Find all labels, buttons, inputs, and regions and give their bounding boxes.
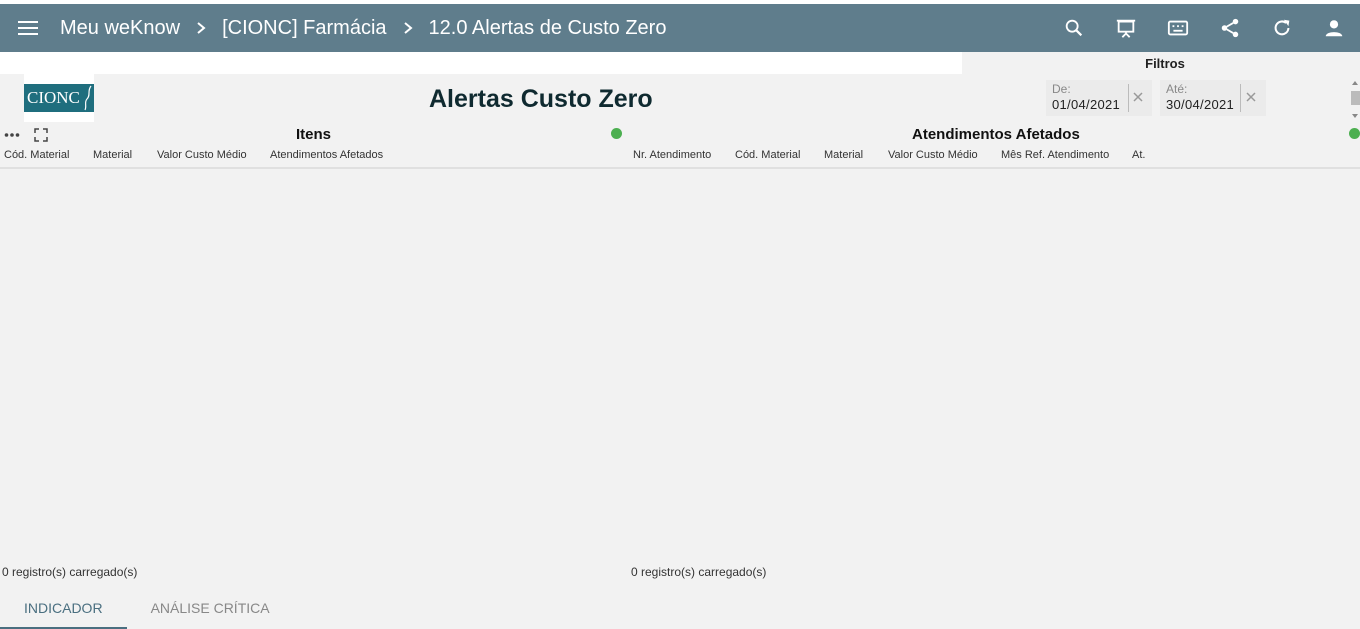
atendimentos-status-indicator [1349, 128, 1360, 139]
column-header[interactable]: Valor Custo Médio [157, 149, 247, 161]
user-button[interactable] [1308, 4, 1360, 52]
search-icon [1065, 19, 1083, 37]
itens-records-count: 0 registro(s) carregado(s) [2, 565, 138, 579]
column-header[interactable]: Material [824, 149, 863, 161]
panel-toolbar [4, 128, 48, 142]
scroll-up-icon[interactable] [1352, 81, 1358, 85]
bottom-tabs: INDICADOR ANÁLISE CRÍTICA [0, 586, 294, 629]
clear-date-from-button[interactable] [1131, 90, 1145, 104]
logo-mark-icon [84, 85, 92, 111]
tab-analise-critica[interactable]: ANÁLISE CRÍTICA [127, 586, 294, 629]
tab-indicador[interactable]: INDICADOR [0, 586, 127, 629]
refresh-icon [1274, 19, 1290, 36]
close-icon [1133, 92, 1143, 102]
atendimentos-records-count: 0 registro(s) carregado(s) [631, 565, 767, 579]
search-button[interactable] [1048, 4, 1100, 52]
breadcrumb-item-home[interactable]: Meu weKnow [60, 17, 180, 40]
date-to-label: Até: [1166, 82, 1188, 96]
column-header[interactable]: Material [93, 149, 132, 161]
column-header[interactable]: Valor Custo Médio [888, 149, 978, 161]
date-to-value[interactable]: 30/04/2021 [1166, 97, 1234, 112]
column-header[interactable]: Nr. Atendimento [633, 149, 711, 161]
date-from-label: De: [1052, 82, 1071, 96]
chevron-right-icon [401, 21, 415, 35]
logo-text: CIONC [27, 88, 80, 107]
presentation-icon [1116, 19, 1136, 38]
scroll-thumb[interactable] [1351, 91, 1360, 105]
page-title: Alertas Custo Zero [429, 85, 653, 113]
column-header[interactable]: Atendimentos Afetados [270, 149, 383, 161]
column-header[interactable]: Mês Ref. Atendimento [1001, 149, 1109, 161]
date-to-filter[interactable]: Até: 30/04/2021 [1160, 80, 1266, 116]
filters-scrollbar[interactable] [1350, 80, 1360, 120]
refresh-button[interactable] [1256, 4, 1308, 52]
atendimentos-panel-title: Atendimentos Afetados [912, 126, 1080, 143]
column-header[interactable]: Cód. Material [735, 149, 800, 161]
hamburger-icon [18, 21, 38, 35]
divider [1240, 84, 1241, 112]
column-header[interactable]: At. [1132, 149, 1145, 161]
date-from-filter[interactable]: De: 01/04/2021 [1046, 80, 1152, 116]
keyboard-button[interactable] [1152, 4, 1204, 52]
top-strip [0, 52, 962, 74]
share-button[interactable] [1204, 4, 1256, 52]
divider [1128, 84, 1129, 112]
breadcrumb-item-current[interactable]: 12.0 Alertas de Custo Zero [429, 17, 667, 40]
dashboard-content: Filtros CIONC Alertas Custo Zero De: 01/… [0, 52, 1360, 629]
scroll-down-icon[interactable] [1352, 114, 1358, 118]
app-header: Meu weKnow [CIONC] Farmácia 12.0 Alertas… [0, 4, 1360, 52]
keyboard-icon [1167, 20, 1189, 36]
table-header-divider [0, 167, 1360, 169]
hamburger-menu-button[interactable] [0, 4, 56, 52]
presentation-button[interactable] [1100, 4, 1152, 52]
date-from-value[interactable]: 01/04/2021 [1052, 97, 1120, 112]
user-icon [1325, 20, 1343, 37]
chevron-right-icon [194, 21, 208, 35]
clear-date-to-button[interactable] [1244, 90, 1258, 104]
breadcrumb-item-folder[interactable]: [CIONC] Farmácia [222, 17, 386, 40]
fullscreen-icon[interactable] [34, 128, 48, 142]
share-icon [1221, 18, 1239, 38]
itens-panel-title: Itens [296, 126, 332, 143]
itens-status-indicator [611, 128, 622, 139]
header-actions [1048, 4, 1360, 52]
filters-title: Filtros [1145, 56, 1185, 71]
column-header[interactable]: Cód. Material [4, 149, 69, 161]
logo: CIONC [24, 74, 94, 122]
more-options-icon[interactable] [4, 132, 20, 138]
close-icon [1246, 92, 1256, 102]
breadcrumb: Meu weKnow [CIONC] Farmácia 12.0 Alertas… [56, 17, 666, 40]
